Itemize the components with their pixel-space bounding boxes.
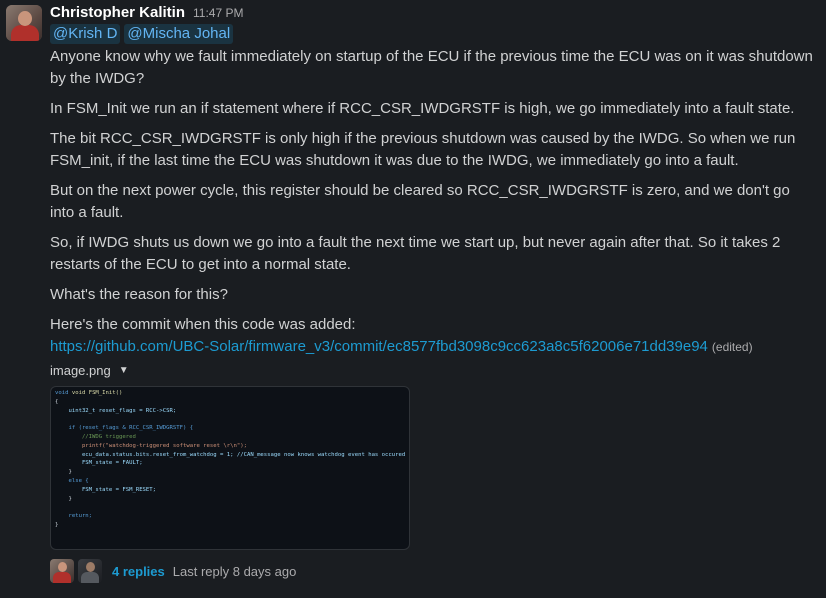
code-line: FSM_state = FAULT; — [55, 459, 405, 468]
author-avatar[interactable] — [6, 5, 42, 41]
paragraph: What's the reason for this? — [50, 286, 228, 303]
message-header: Christopher Kalitin 11:47 PM — [50, 4, 244, 22]
paragraph: In FSM_Init we run an if statement where… — [50, 100, 795, 117]
mentions-row: @Krish D @Mischa Johal — [50, 24, 234, 44]
code-text: if (reset_flags & RCC_CSR_IWDGRSTF) { — [55, 425, 194, 432]
code-line: else { — [55, 477, 405, 486]
code-line: //IWDG triggered — [55, 433, 405, 442]
code-line: printf("watchdog-triggered software rese… — [55, 442, 405, 451]
code-text: else { — [55, 477, 89, 484]
reply-avatar — [78, 559, 102, 583]
mention-krish[interactable]: @Krish D — [50, 24, 121, 44]
code-line: void void FSM_Init() — [55, 390, 123, 396]
reply-avatar — [50, 559, 74, 583]
code-line: ecu_data.status.bits.reset_from_watchdog… — [55, 451, 405, 460]
code-line: } — [55, 469, 72, 476]
mention-mischa[interactable]: @Mischa Johal — [124, 24, 234, 44]
paragraph-commit: Here's the commit when this code was add… — [50, 314, 818, 358]
attachment-header: image.png ▼ — [50, 363, 129, 378]
code-line: uint32_t reset_flags = RCC->CSR; — [55, 407, 405, 416]
code-text: void FSM_Init() — [71, 390, 123, 396]
message-body: Anyone know why we fault immediately on … — [50, 46, 818, 358]
code-text: return; — [55, 513, 93, 520]
paragraph: The bit RCC_CSR_IWDGRSTF is only high if… — [50, 130, 796, 169]
code-line: if (reset_flags & RCC_CSR_IWDGRSTF) { — [55, 424, 405, 433]
paragraph: So, if IWDG shuts us down we go into a f… — [50, 234, 781, 273]
chevron-down-icon[interactable]: ▼ — [119, 365, 129, 376]
avatar-body — [11, 25, 39, 41]
code-text: FSM_state = FSM_RESET; — [55, 486, 157, 493]
last-reply-text: Last reply 8 days ago — [172, 563, 297, 579]
author-name[interactable]: Christopher Kalitin — [50, 4, 185, 21]
code-text: uint32_t reset_flags = RCC->CSR; — [55, 407, 177, 414]
commit-link[interactable]: https://github.com/UBC-Solar/firmware_v3… — [50, 338, 708, 355]
code-line: } — [55, 495, 72, 502]
commit-intro: Here's the commit when this code was add… — [50, 316, 356, 333]
code-text: FSM_state = FAULT; — [55, 460, 143, 467]
code-text: //IWDG triggered — [55, 433, 136, 440]
attachment-image[interactable]: void void FSM_Init() { uint32_t reset_fl… — [50, 386, 410, 550]
thread-summary[interactable]: 4 replies Last reply 8 days ago — [50, 559, 296, 583]
code-line: return; — [55, 512, 405, 521]
avatar-head — [18, 11, 32, 26]
paragraph: Anyone know why we fault immediately on … — [50, 48, 813, 87]
code-text: ecu_data.status.bits.reset_from_watchdog… — [55, 451, 406, 458]
code-line: } — [55, 521, 59, 528]
paragraph: But on the next power cycle, this regist… — [50, 182, 790, 221]
edited-label: (edited) — [711, 340, 753, 354]
code-line: FSM_state = FSM_RESET; — [55, 486, 405, 495]
code-line: { — [55, 398, 59, 405]
code-text: printf("watchdog-triggered software rese… — [55, 442, 247, 449]
reply-count-link[interactable]: 4 replies — [112, 564, 165, 579]
attachment-filename[interactable]: image.png — [50, 363, 111, 378]
message-timestamp[interactable]: 11:47 PM — [193, 6, 243, 20]
